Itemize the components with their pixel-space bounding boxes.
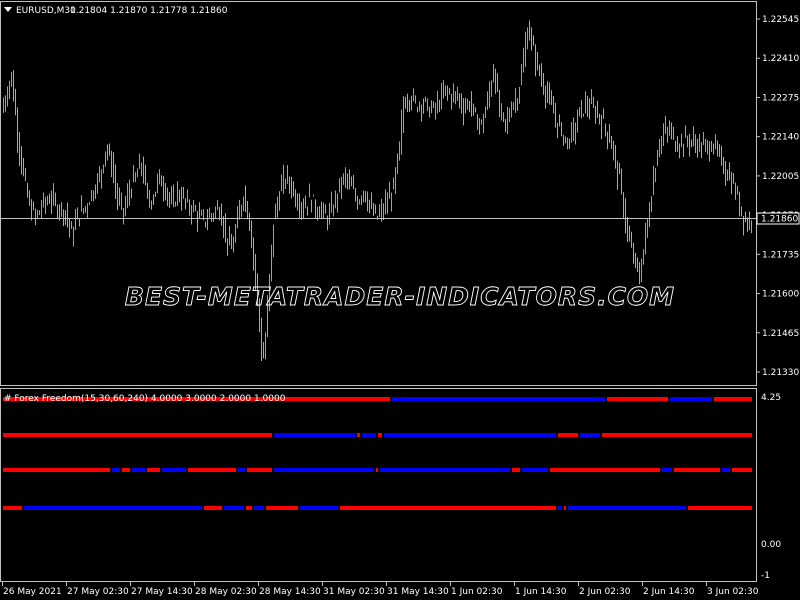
price-tick-label: 1.22275: [762, 93, 799, 103]
main-chart-frame: [0, 1, 757, 386]
metatrader-chart[interactable]: 1.22545 1.22410 1.22275 1.22140 1.22005 1.218…: [0, 0, 800, 600]
indicator-segment: [254, 506, 264, 510]
indicator-segment: [564, 506, 566, 510]
indicator-segment: [384, 433, 556, 437]
time-tick-label: 1 Jun 02:30: [451, 587, 503, 597]
indicator-window-frame: [0, 388, 757, 582]
forex-freedom-lines: [3, 397, 752, 510]
indicator-segment: [112, 468, 120, 472]
indicator-axis-zero: 0.00: [761, 540, 781, 550]
indicator-segment: [266, 506, 298, 510]
indicator-segment: [147, 468, 160, 472]
price-tick-label: 1.21600: [762, 290, 799, 300]
indicator-segment: [378, 433, 382, 437]
indicator-segment: [246, 506, 252, 510]
indicator-segment: [558, 506, 562, 510]
time-tick-label: 2 Jun 14:30: [643, 587, 695, 597]
indicator-segment: [732, 468, 752, 472]
indicator-segment: [247, 468, 272, 472]
indicator-segment: [512, 468, 520, 472]
indicator-label: # Forex Freedom(15,30,60,240) 4.0000 3.0…: [4, 394, 286, 404]
indicator-segment: [392, 397, 605, 401]
indicator-segment: [607, 397, 668, 401]
indicator-segment: [132, 468, 145, 472]
indicator-segment: [224, 506, 244, 510]
indicator-axis-top: 4.25: [761, 393, 781, 403]
price-tick-label: 1.21735: [762, 250, 799, 260]
indicator-segment: [714, 397, 752, 401]
price-axis: 1.22545 1.22410 1.22275 1.22140 1.22005 1.218…: [756, 15, 799, 378]
indicator-segment: [550, 468, 660, 472]
time-tick-label: 26 May 2021: [3, 587, 62, 597]
indicator-segment: [362, 433, 376, 437]
indicator-segment: [558, 433, 578, 437]
indicator-segment: [662, 468, 672, 472]
current-price-tag: 1.21860: [756, 212, 800, 225]
indicator-axis-bottom: -1: [761, 571, 770, 581]
watermark-text: BEST-METATRADER-INDICATORS.COM: [125, 282, 675, 311]
symbol-label: EURUSD,M30: [16, 6, 76, 16]
time-tick-label: 2 Jun 02:30: [579, 587, 631, 597]
indicator-segment: [522, 468, 548, 472]
indicator-segment: [188, 468, 236, 472]
price-tick-label: 1.22140: [762, 133, 799, 143]
indicator-segment: [568, 506, 686, 510]
indicator-segment: [300, 506, 338, 510]
time-tick-label: 3 Jun 02:30: [707, 587, 759, 597]
indicator-segment: [722, 468, 730, 472]
indicator-segment: [122, 468, 130, 472]
indicator-segment: [602, 433, 752, 437]
indicator-segment: [3, 468, 110, 472]
time-tick-label: 28 May 02:30: [195, 587, 257, 597]
indicator-segment: [274, 433, 355, 437]
indicator-segment: [580, 433, 600, 437]
time-tick-label: 27 May 02:30: [67, 587, 129, 597]
indicator-segment: [380, 468, 510, 472]
indicator-segment: [674, 468, 720, 472]
indicator-segment: [162, 468, 186, 472]
indicator-segment: [274, 468, 374, 472]
indicator-segment: [24, 506, 202, 510]
current-price-label: 1.21860: [761, 215, 798, 225]
indicator-segment: [204, 506, 222, 510]
time-tick-label: 1 Jun 14:30: [515, 587, 567, 597]
ohlc-label: 1.21804 1.21870 1.21778 1.21860: [70, 6, 228, 16]
indicator-segment: [3, 433, 272, 437]
time-tick-label: 31 May 02:30: [323, 587, 385, 597]
price-tick-label: 1.21330: [762, 368, 799, 378]
time-tick-label: 28 May 14:30: [259, 587, 321, 597]
price-tick-label: 1.22410: [762, 54, 799, 64]
indicator-segment: [670, 397, 712, 401]
time-tick-label: 31 May 14:30: [387, 587, 449, 597]
indicator-segment: [376, 468, 378, 472]
time-tick-label: 27 May 14:30: [131, 587, 193, 597]
price-tick-label: 1.21465: [762, 329, 799, 339]
price-tick-label: 1.22545: [762, 15, 799, 25]
indicator-segment: [340, 506, 556, 510]
price-tick-label: 1.22005: [762, 172, 799, 182]
triangle-down-icon[interactable]: [4, 7, 12, 12]
indicator-segment: [238, 468, 245, 472]
indicator-segment: [3, 506, 22, 510]
time-axis: 26 May 2021 27 May 02:30 27 May 14:30 28 Ma…: [2, 582, 759, 597]
indicator-segment: [688, 506, 752, 510]
indicator-segment: [357, 433, 360, 437]
